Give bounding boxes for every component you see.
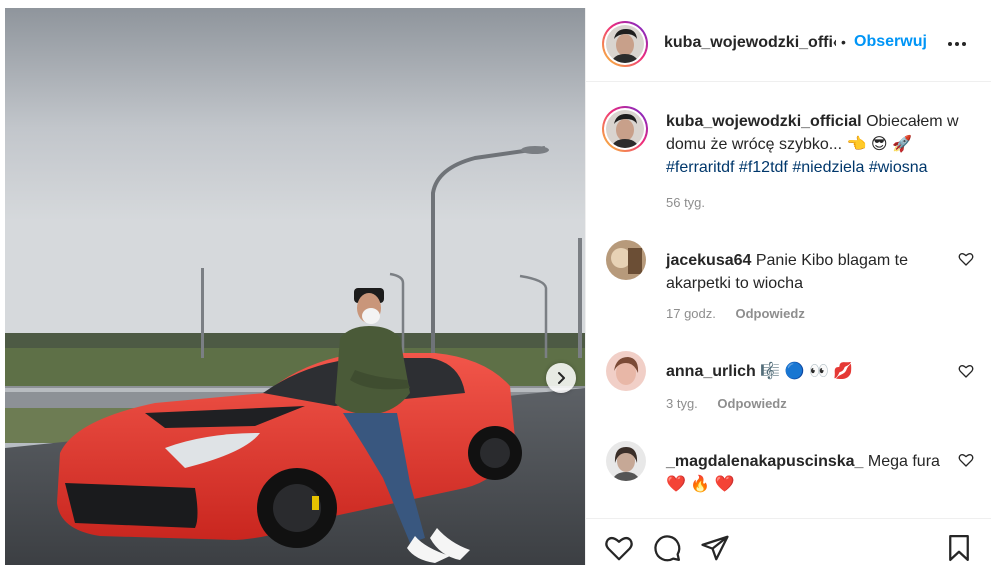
heart-icon [605, 536, 633, 561]
comment-username[interactable]: _magdalenakapuscinska_ [666, 453, 863, 470]
comment-avatar[interactable] [606, 441, 646, 481]
author-username[interactable]: kuba_wojewodzki_offi‹ [664, 34, 836, 52]
comment-text: 🎼 🔵 👀 💋 [760, 363, 854, 380]
comment-body: _magdalenakapuscinska_ Mega fura ❤️ 🔥 ❤️ [666, 450, 951, 496]
comment-meta: 3 tyg. Odpowiedz [666, 396, 787, 411]
comment-time[interactable]: 3 tyg. [666, 396, 698, 411]
paper-plane-icon [701, 535, 729, 561]
follow-button[interactable]: Obserwuj [854, 33, 927, 51]
more-options-button[interactable] [945, 34, 969, 54]
author-avatar[interactable] [602, 21, 648, 67]
comment-icon [654, 535, 681, 562]
like-comment-button[interactable] [958, 251, 974, 267]
ferrari-photo-image [5, 8, 585, 565]
hashtag-f12tdf[interactable]: #f12tdf [739, 159, 788, 176]
share-button[interactable] [700, 533, 730, 563]
post-photo[interactable] [5, 8, 585, 565]
comment-body: anna_urlich 🎼 🔵 👀 💋 [666, 360, 951, 383]
like-comment-button[interactable] [958, 452, 974, 468]
bookmark-icon [949, 535, 969, 561]
comment-text: Mega fura [867, 453, 940, 470]
comment-username[interactable]: jacekusa64 [666, 252, 751, 269]
heart-icon [958, 253, 974, 266]
comment-button[interactable] [652, 533, 682, 563]
post-actions-bar [586, 518, 991, 565]
comment-body: jacekusa64 Panie Kibo blagam te akarpetk… [666, 249, 951, 295]
separator-dot: • [841, 34, 846, 50]
caption-time[interactable]: 56 tyg. [666, 195, 705, 210]
like-comment-button[interactable] [958, 363, 974, 379]
comment-emojis: ❤️ 🔥 ❤️ [666, 476, 735, 493]
reply-button[interactable]: Odpowiedz [736, 306, 805, 321]
post-side-panel: kuba_wojewodzki_offi‹ • Obserwuj kuba_wo… [585, 8, 991, 565]
more-options-icon [948, 42, 966, 46]
hashtag-ferraritdf[interactable]: #ferraritdf [666, 159, 734, 176]
like-button[interactable] [604, 533, 634, 563]
comment-avatar[interactable] [606, 351, 646, 391]
comment-time[interactable]: 17 godz. [666, 306, 716, 321]
caption-username[interactable]: kuba_wojewodzki_official [666, 113, 862, 130]
chevron-right-icon [558, 372, 565, 384]
heart-icon [958, 454, 974, 467]
caption-emojis: 👈 😎 🚀 [846, 136, 912, 153]
heart-icon [958, 365, 974, 378]
post-header: kuba_wojewodzki_offi‹ • Obserwuj [586, 8, 991, 82]
save-button[interactable] [944, 533, 974, 563]
comment-avatar[interactable] [606, 240, 646, 280]
caption-author-avatar[interactable] [602, 106, 648, 152]
comment-meta: 17 godz. Odpowiedz [666, 306, 805, 321]
hashtag-niedziela[interactable]: #niedziela [792, 159, 864, 176]
hashtag-wiosna[interactable]: #wiosna [869, 159, 928, 176]
post-caption: kuba_wojewodzki_official Obiecałem w dom… [666, 110, 976, 179]
carousel-next-button[interactable] [546, 363, 576, 393]
comment-username[interactable]: anna_urlich [666, 363, 756, 380]
reply-button[interactable]: Odpowiedz [717, 396, 786, 411]
